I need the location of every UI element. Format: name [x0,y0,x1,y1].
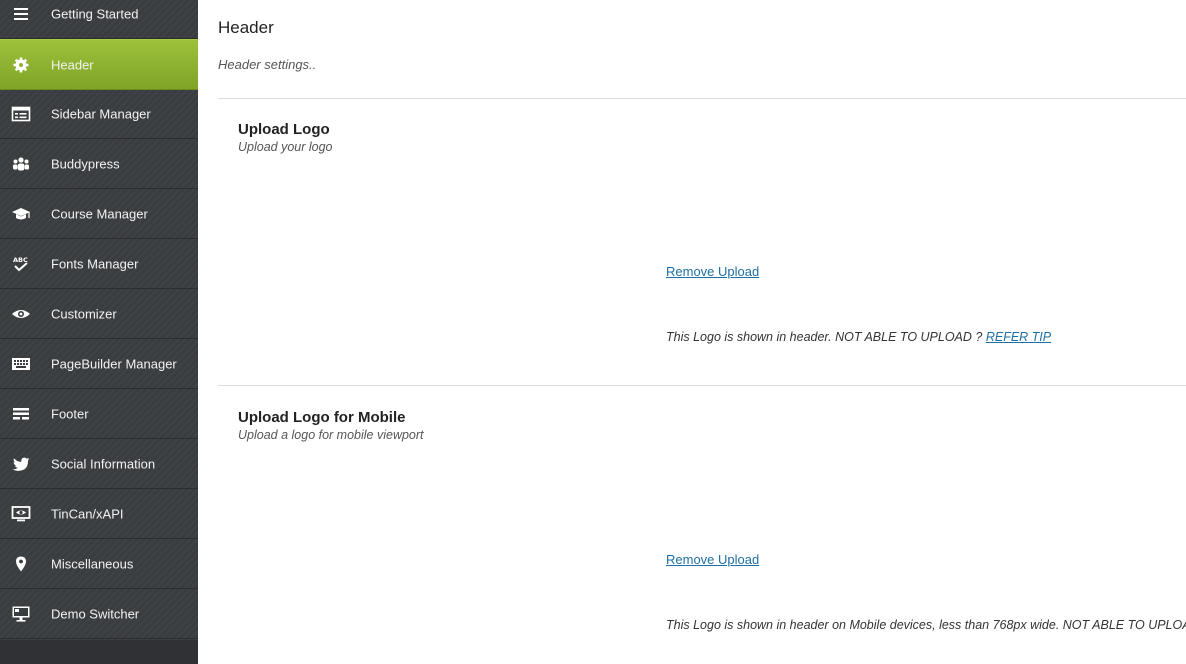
section-divider [218,98,1186,99]
upload-logo-help: This Logo is shown in header. NOT ABLE T… [666,330,1186,344]
sidebar-item-label: TinCan/xAPI [51,506,124,522]
sidebar-item-label: Course Manager [51,206,148,222]
sidebar-item-buddypress[interactable]: Buddypress [0,140,198,189]
upload-mobile-logo-subtitle: Upload a logo for mobile viewport [238,428,424,442]
sidebar-item-course-manager[interactable]: Course Manager [0,190,198,239]
refer-tip-link[interactable]: REFER TIP [986,330,1051,344]
sidebar-item-getting-started[interactable]: Getting Started [0,0,198,39]
map-pin-icon [11,555,31,573]
sidebar-item-customizer[interactable]: Customizer [0,290,198,339]
sidebar-footer-strip [0,640,198,664]
twitter-icon [11,455,31,473]
gear-icon [11,56,31,74]
sidebar-item-demo-switcher[interactable]: Demo Switcher [0,590,198,639]
sidebar-item-header[interactable]: Header [0,39,198,90]
group-icon [11,155,31,173]
sidebar-item-fonts-manager[interactable]: ABC Fonts Manager [0,240,198,289]
sidebar-item-miscellaneous[interactable]: Miscellaneous [0,540,198,589]
sidebar-item-social-information[interactable]: Social Information [0,440,198,489]
footer-icon [11,405,31,423]
section-divider [218,385,1186,386]
upload-mobile-logo-title: Upload Logo for Mobile [238,409,406,426]
settings-panel: Header Header settings.. Upload Logo Upl… [198,0,1186,664]
spellcheck-icon: ABC [11,255,31,273]
sidebar-item-label: Social Information [51,456,156,472]
sidebar-item-footer[interactable]: Footer [0,390,198,439]
monitor-icon [11,505,31,523]
sidebar-item-label: Fonts Manager [51,256,139,272]
sidebar-icon [11,105,31,123]
upload-logo-title: Upload Logo [238,121,330,138]
upload-logo-subtitle: Upload your logo [238,140,333,154]
sidebar-item-label: Demo Switcher [51,606,140,622]
sidebar-item-label: Getting Started [51,6,139,22]
admin-sidebar: Getting Started Header Sidebar Manager B… [0,0,198,664]
desktop-icon [11,605,31,623]
sidebar-item-label: Footer [51,406,89,422]
keyboard-icon [11,355,31,373]
sidebar-item-label: Buddypress [51,156,120,172]
sidebar-item-sidebar-manager[interactable]: Sidebar Manager [0,90,198,139]
page-description: Header settings.. [218,57,317,72]
remove-upload-link[interactable]: Remove Upload [666,264,759,279]
sidebar-item-label: Header [51,57,94,72]
eye-icon [11,305,31,323]
upload-mobile-logo-help: This Logo is shown in header on Mobile d… [666,618,1186,632]
help-text: This Logo is shown in header. NOT ABLE T… [666,330,986,344]
sidebar-item-label: PageBuilder Manager [51,356,177,372]
menu-icon [11,5,31,23]
sidebar-item-label: Sidebar Manager [51,106,151,122]
sidebar-item-pagebuilder-manager[interactable]: PageBuilder Manager [0,340,198,389]
sidebar-item-tincan-xapi[interactable]: TinCan/xAPI [0,490,198,539]
graduation-cap-icon [11,205,31,223]
remove-upload-link[interactable]: Remove Upload [666,552,759,567]
sidebar-item-label: Miscellaneous [51,556,134,572]
sidebar-item-label: Customizer [51,306,117,322]
page-title: Header [218,18,274,37]
